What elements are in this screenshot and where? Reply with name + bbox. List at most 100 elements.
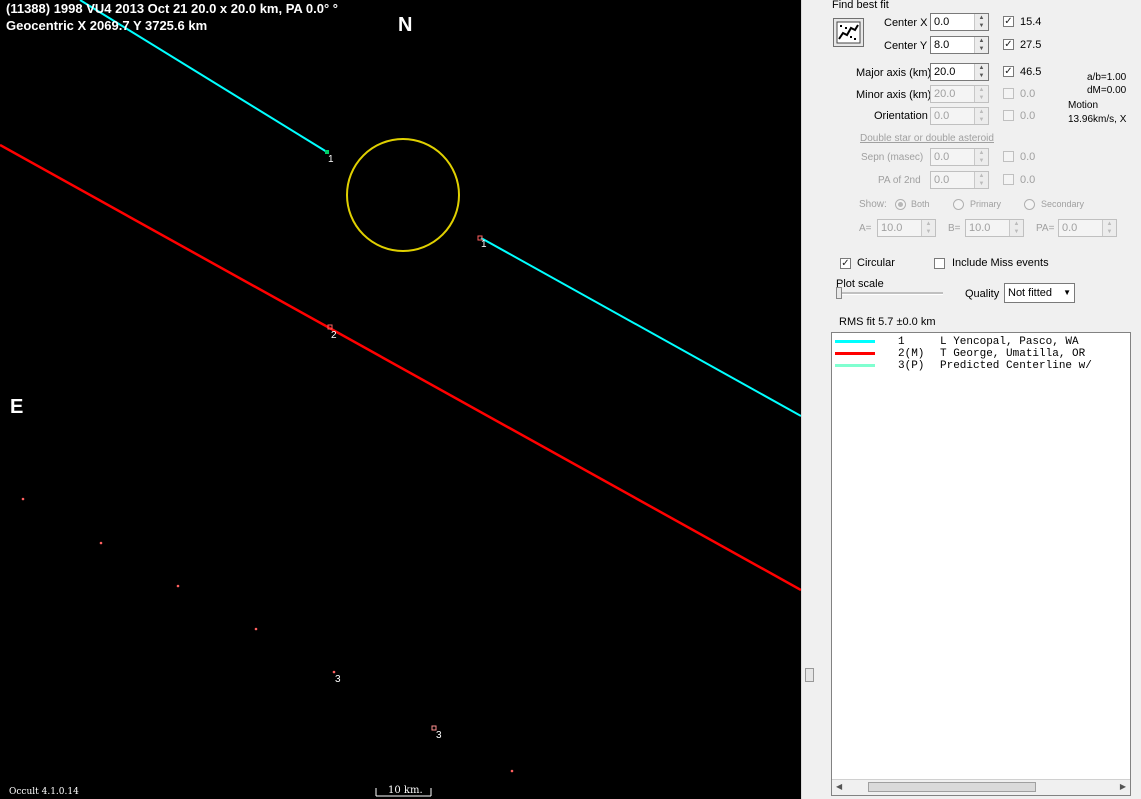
spin-up-icon: ▲	[978, 109, 985, 115]
centerline-dot	[99, 541, 103, 545]
chord-label: 1	[328, 154, 334, 165]
find-best-fit-label: Find best fit	[832, 0, 889, 11]
scroll-left-icon[interactable]: ◀	[836, 782, 842, 791]
observer-name: Predicted Centerline w/	[940, 360, 1092, 372]
pa2-fit-value: 0.0	[1020, 174, 1036, 186]
center-x-input[interactable]: 0.0 ▲ ▼	[930, 13, 989, 31]
b-label: B=	[948, 223, 961, 234]
plot-vertical-scrollbar[interactable]	[801, 0, 818, 799]
spin-up-icon: ▲	[978, 87, 985, 93]
scale-label: 10 km.	[388, 785, 423, 796]
list-item[interactable]: 2(M) T George, Umatilla, OR	[832, 348, 1130, 360]
include-miss-checkbox[interactable]	[934, 258, 945, 269]
chord-1-right-line	[480, 237, 801, 417]
spin-down-icon: ▼	[978, 73, 985, 79]
pa-spinner[interactable]: ▲ ▼	[1102, 220, 1116, 236]
center-y-input[interactable]: 8.0 ▲ ▼	[930, 36, 989, 54]
major-axis-fit-value: 46.5	[1020, 66, 1042, 78]
spin-down-icon: ▼	[978, 117, 985, 123]
plot-header-geocentric: Geocentric X 2069.7 Y 3725.6 km	[6, 18, 208, 33]
major-axis-spinner[interactable]: ▲ ▼	[974, 64, 988, 80]
center-x-spinner[interactable]: ▲ ▼	[974, 14, 988, 30]
spin-down-icon: ▼	[1013, 229, 1020, 235]
show-secondary-radio[interactable]	[1024, 199, 1035, 210]
spin-down-icon: ▼	[978, 158, 985, 164]
circular-label: Circular	[857, 257, 895, 269]
sepn-spinner[interactable]: ▲ ▼	[974, 149, 988, 165]
fit-control-panel: Find best fit Center X 0.0 ▲ ▼ ✓ 15.4 Cen…	[817, 0, 1141, 799]
center-y-label: Center Y	[884, 40, 928, 52]
spin-down-icon: ▼	[978, 181, 985, 187]
observer-number: 1	[898, 336, 905, 348]
a-value: 10.0	[881, 222, 903, 234]
observer-name: L Yencopal, Pasco, WA	[940, 336, 1079, 348]
observer-list[interactable]: 1 L Yencopal, Pasco, WA 2(M) T George, U…	[831, 332, 1131, 796]
orientation-label: Orientation	[874, 110, 928, 122]
scroll-right-icon[interactable]: ▶	[1120, 782, 1126, 791]
list-item[interactable]: 3(P) Predicted Centerline w/	[832, 360, 1130, 372]
major-axis-fit-checkbox[interactable]: ✓	[1003, 66, 1014, 77]
pa2-label: PA of 2nd	[878, 175, 921, 186]
center-x-fit-checkbox[interactable]: ✓	[1003, 16, 1014, 27]
a-input[interactable]: 10.0 ▲ ▼	[877, 219, 936, 237]
ab-ratio-label: a/b=1.00	[1087, 72, 1127, 83]
plot-scale-slider[interactable]	[837, 292, 943, 295]
observer-number: 3(P)	[898, 360, 925, 372]
observer-list-horizontal-scrollbar[interactable]: ◀ ▶	[832, 779, 1130, 795]
major-axis-input[interactable]: 20.0 ▲ ▼	[930, 63, 989, 81]
show-secondary-label: Secondary	[1041, 199, 1085, 209]
north-label: N	[398, 14, 413, 36]
minor-axis-fit-checkbox[interactable]	[1003, 88, 1014, 99]
spin-down-icon: ▼	[978, 23, 985, 29]
chevron-down-icon: ▼	[1063, 288, 1071, 297]
orientation-fit-checkbox[interactable]	[1003, 110, 1014, 121]
pa2-spinner[interactable]: ▲ ▼	[974, 172, 988, 188]
pa-value: 0.0	[1062, 222, 1078, 234]
centerline-dot	[21, 497, 25, 501]
find-best-fit-button[interactable]	[833, 18, 864, 47]
minor-axis-label: Minor axis (km)	[856, 89, 932, 101]
spin-up-icon: ▲	[978, 38, 985, 44]
observer-number: 2(M)	[898, 348, 925, 360]
plot-scale-slider-thumb[interactable]	[836, 287, 842, 299]
include-miss-label: Include Miss events	[952, 257, 1049, 269]
minor-axis-spinner[interactable]: ▲ ▼	[974, 86, 988, 102]
show-primary-radio[interactable]	[953, 199, 964, 210]
a-spinner[interactable]: ▲ ▼	[921, 220, 935, 236]
center-y-spinner[interactable]: ▲ ▼	[974, 37, 988, 53]
spin-up-icon: ▲	[978, 173, 985, 179]
sepn-input[interactable]: 0.0 ▲ ▼	[930, 148, 989, 166]
major-axis-value: 20.0	[934, 66, 956, 78]
orientation-input[interactable]: 0.0 ▲ ▼	[930, 107, 989, 125]
occultation-plot[interactable]: (11388) 1998 VU4 2013 Oct 21 20.0 x 20.0…	[0, 0, 801, 799]
show-both-radio[interactable]	[895, 199, 906, 210]
spin-up-icon: ▲	[978, 15, 985, 21]
spin-up-icon: ▲	[1106, 221, 1113, 227]
pa2-input[interactable]: 0.0 ▲ ▼	[930, 171, 989, 189]
show-primary-label: Primary	[970, 199, 1001, 209]
circular-checkbox[interactable]: ✓	[840, 258, 851, 269]
pa2-fit-checkbox[interactable]	[1003, 174, 1014, 185]
b-spinner[interactable]: ▲ ▼	[1009, 220, 1023, 236]
scrollbar-thumb[interactable]	[868, 782, 1036, 792]
minor-axis-input[interactable]: 20.0 ▲ ▼	[930, 85, 989, 103]
scrollbar-thumb[interactable]	[805, 668, 814, 682]
sepn-fit-checkbox[interactable]	[1003, 151, 1014, 162]
orientation-spinner[interactable]: ▲ ▼	[974, 108, 988, 124]
b-input[interactable]: 10.0 ▲ ▼	[965, 219, 1024, 237]
center-y-fit-checkbox[interactable]: ✓	[1003, 39, 1014, 50]
minor-axis-fit-value: 0.0	[1020, 88, 1036, 100]
sepn-fit-value: 0.0	[1020, 151, 1036, 163]
plot-canvas	[0, 0, 801, 797]
observer-color-swatch	[835, 352, 875, 355]
b-value: 10.0	[969, 222, 991, 234]
show-label: Show:	[859, 199, 887, 210]
plot-header-title: (11388) 1998 VU4 2013 Oct 21 20.0 x 20.0…	[6, 1, 339, 16]
pa-input[interactable]: 0.0 ▲ ▼	[1058, 219, 1117, 237]
dm-label: dM=0.00	[1087, 85, 1127, 96]
quality-select[interactable]: Not fitted ▼	[1004, 283, 1075, 303]
chord-label: 3	[335, 674, 341, 685]
orientation-fit-value: 0.0	[1020, 110, 1036, 122]
list-item[interactable]: 1 L Yencopal, Pasco, WA	[832, 336, 1130, 348]
minor-axis-value: 20.0	[934, 88, 956, 100]
